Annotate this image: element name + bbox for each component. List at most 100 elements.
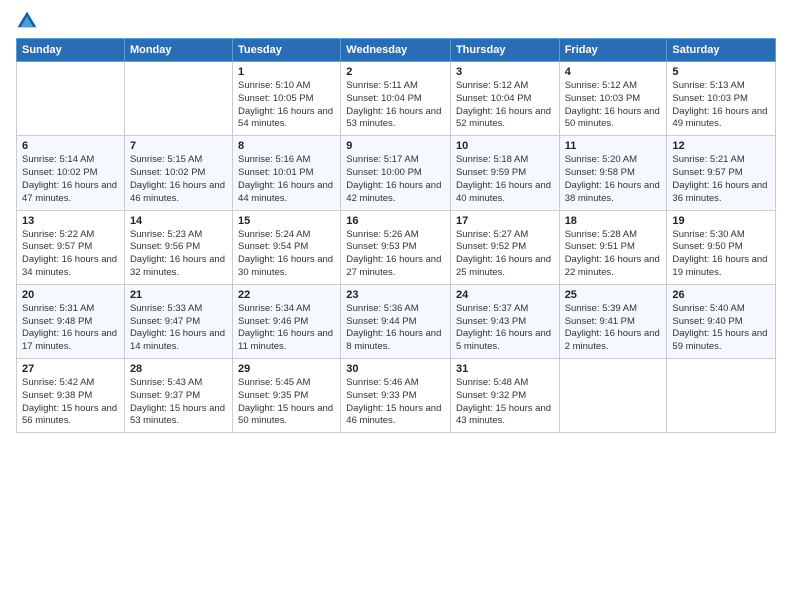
calendar-cell-5-2: 28 Sunrise: 5:43 AM Sunset: 9:37 PM Dayli… <box>124 359 232 433</box>
weekday-header-row: SundayMondayTuesdayWednesdayThursdayFrid… <box>17 39 776 62</box>
day-number: 9 <box>346 140 445 152</box>
day-number: 22 <box>238 289 335 301</box>
day-info: Sunrise: 5:12 AM Sunset: 10:03 PM Daylig… <box>565 80 662 131</box>
calendar-week-row-3: 13 Sunrise: 5:22 AM Sunset: 9:57 PM Dayli… <box>17 210 776 284</box>
calendar-week-row-1: 1 Sunrise: 5:10 AM Sunset: 10:05 PM Dayli… <box>17 62 776 136</box>
calendar-cell-2-4: 9 Sunrise: 5:17 AM Sunset: 10:00 PM Dayli… <box>341 136 451 210</box>
calendar-cell-4-6: 25 Sunrise: 5:39 AM Sunset: 9:41 PM Dayli… <box>559 284 667 358</box>
day-info: Sunrise: 5:22 AM Sunset: 9:57 PM Dayligh… <box>22 229 119 280</box>
day-info: Sunrise: 5:33 AM Sunset: 9:47 PM Dayligh… <box>130 303 227 354</box>
calendar-cell-5-1: 27 Sunrise: 5:42 AM Sunset: 9:38 PM Dayli… <box>17 359 125 433</box>
day-info: Sunrise: 5:36 AM Sunset: 9:44 PM Dayligh… <box>346 303 445 354</box>
calendar-cell-1-6: 4 Sunrise: 5:12 AM Sunset: 10:03 PM Dayli… <box>559 62 667 136</box>
day-info: Sunrise: 5:12 AM Sunset: 10:04 PM Daylig… <box>456 80 554 131</box>
calendar-week-row-5: 27 Sunrise: 5:42 AM Sunset: 9:38 PM Dayli… <box>17 359 776 433</box>
logo-icon <box>16 10 38 32</box>
calendar-cell-2-6: 11Sunrise: 5:20 AM Sunset: 9:58 PM Dayli… <box>559 136 667 210</box>
calendar-cell-3-3: 15Sunrise: 5:24 AM Sunset: 9:54 PM Dayli… <box>233 210 341 284</box>
day-info: Sunrise: 5:46 AM Sunset: 9:33 PM Dayligh… <box>346 377 445 428</box>
day-info: Sunrise: 5:30 AM Sunset: 9:50 PM Dayligh… <box>672 229 770 280</box>
weekday-header-saturday: Saturday <box>667 39 776 62</box>
page-header <box>16 10 776 32</box>
day-info: Sunrise: 5:21 AM Sunset: 9:57 PM Dayligh… <box>672 154 770 205</box>
calendar-table: SundayMondayTuesdayWednesdayThursdayFrid… <box>16 38 776 433</box>
calendar-cell-1-4: 2 Sunrise: 5:11 AM Sunset: 10:04 PM Dayli… <box>341 62 451 136</box>
day-number: 6 <box>22 140 119 152</box>
logo <box>16 10 40 32</box>
day-number: 2 <box>346 66 445 78</box>
day-info: Sunrise: 5:39 AM Sunset: 9:41 PM Dayligh… <box>565 303 662 354</box>
day-number: 29 <box>238 363 335 375</box>
day-number: 1 <box>238 66 335 78</box>
day-info: Sunrise: 5:14 AM Sunset: 10:02 PM Daylig… <box>22 154 119 205</box>
day-number: 13 <box>22 215 119 227</box>
calendar-week-row-4: 20 Sunrise: 5:31 AM Sunset: 9:48 PM Dayli… <box>17 284 776 358</box>
day-info: Sunrise: 5:42 AM Sunset: 9:38 PM Dayligh… <box>22 377 119 428</box>
day-number: 4 <box>565 66 662 78</box>
day-number: 20 <box>22 289 119 301</box>
day-number: 25 <box>565 289 662 301</box>
weekday-header-sunday: Sunday <box>17 39 125 62</box>
calendar-cell-5-7 <box>667 359 776 433</box>
calendar-cell-1-2 <box>124 62 232 136</box>
day-number: 19 <box>672 215 770 227</box>
day-number: 24 <box>456 289 554 301</box>
weekday-header-wednesday: Wednesday <box>341 39 451 62</box>
day-number: 16 <box>346 215 445 227</box>
day-info: Sunrise: 5:27 AM Sunset: 9:52 PM Dayligh… <box>456 229 554 280</box>
day-info: Sunrise: 5:45 AM Sunset: 9:35 PM Dayligh… <box>238 377 335 428</box>
calendar-cell-5-6 <box>559 359 667 433</box>
day-info: Sunrise: 5:16 AM Sunset: 10:01 PM Daylig… <box>238 154 335 205</box>
weekday-header-tuesday: Tuesday <box>233 39 341 62</box>
day-info: Sunrise: 5:13 AM Sunset: 10:03 PM Daylig… <box>672 80 770 131</box>
calendar-cell-3-6: 18 Sunrise: 5:28 AM Sunset: 9:51 PM Dayli… <box>559 210 667 284</box>
weekday-header-monday: Monday <box>124 39 232 62</box>
calendar-cell-4-3: 22 Sunrise: 5:34 AM Sunset: 9:46 PM Dayli… <box>233 284 341 358</box>
calendar-cell-3-2: 14Sunrise: 5:23 AM Sunset: 9:56 PM Dayli… <box>124 210 232 284</box>
calendar-cell-1-5: 3Sunrise: 5:12 AM Sunset: 10:04 PM Dayli… <box>450 62 559 136</box>
calendar-cell-5-5: 31Sunrise: 5:48 AM Sunset: 9:32 PM Dayli… <box>450 359 559 433</box>
day-info: Sunrise: 5:31 AM Sunset: 9:48 PM Dayligh… <box>22 303 119 354</box>
calendar-cell-3-7: 19 Sunrise: 5:30 AM Sunset: 9:50 PM Dayli… <box>667 210 776 284</box>
calendar-cell-4-1: 20 Sunrise: 5:31 AM Sunset: 9:48 PM Dayli… <box>17 284 125 358</box>
calendar-cell-3-5: 17 Sunrise: 5:27 AM Sunset: 9:52 PM Dayli… <box>450 210 559 284</box>
day-number: 14 <box>130 215 227 227</box>
day-info: Sunrise: 5:18 AM Sunset: 9:59 PM Dayligh… <box>456 154 554 205</box>
day-number: 31 <box>456 363 554 375</box>
calendar-cell-4-2: 21 Sunrise: 5:33 AM Sunset: 9:47 PM Dayli… <box>124 284 232 358</box>
day-number: 26 <box>672 289 770 301</box>
day-number: 10 <box>456 140 554 152</box>
day-number: 21 <box>130 289 227 301</box>
calendar-week-row-2: 6 Sunrise: 5:14 AM Sunset: 10:02 PM Dayli… <box>17 136 776 210</box>
day-number: 11 <box>565 140 662 152</box>
calendar-cell-3-1: 13 Sunrise: 5:22 AM Sunset: 9:57 PM Dayli… <box>17 210 125 284</box>
day-number: 12 <box>672 140 770 152</box>
day-info: Sunrise: 5:34 AM Sunset: 9:46 PM Dayligh… <box>238 303 335 354</box>
day-number: 8 <box>238 140 335 152</box>
day-number: 5 <box>672 66 770 78</box>
day-info: Sunrise: 5:28 AM Sunset: 9:51 PM Dayligh… <box>565 229 662 280</box>
weekday-header-thursday: Thursday <box>450 39 559 62</box>
calendar-cell-1-3: 1 Sunrise: 5:10 AM Sunset: 10:05 PM Dayli… <box>233 62 341 136</box>
day-number: 18 <box>565 215 662 227</box>
day-info: Sunrise: 5:17 AM Sunset: 10:00 PM Daylig… <box>346 154 445 205</box>
calendar-cell-2-7: 12 Sunrise: 5:21 AM Sunset: 9:57 PM Dayli… <box>667 136 776 210</box>
day-number: 15 <box>238 215 335 227</box>
calendar-cell-1-1 <box>17 62 125 136</box>
day-info: Sunrise: 5:11 AM Sunset: 10:04 PM Daylig… <box>346 80 445 131</box>
day-number: 23 <box>346 289 445 301</box>
calendar-cell-2-2: 7Sunrise: 5:15 AM Sunset: 10:02 PM Dayli… <box>124 136 232 210</box>
calendar-cell-2-5: 10 Sunrise: 5:18 AM Sunset: 9:59 PM Dayli… <box>450 136 559 210</box>
day-info: Sunrise: 5:43 AM Sunset: 9:37 PM Dayligh… <box>130 377 227 428</box>
calendar-cell-2-3: 8 Sunrise: 5:16 AM Sunset: 10:01 PM Dayli… <box>233 136 341 210</box>
day-number: 17 <box>456 215 554 227</box>
calendar-cell-2-1: 6 Sunrise: 5:14 AM Sunset: 10:02 PM Dayli… <box>17 136 125 210</box>
day-info: Sunrise: 5:40 AM Sunset: 9:40 PM Dayligh… <box>672 303 770 354</box>
calendar-cell-1-7: 5 Sunrise: 5:13 AM Sunset: 10:03 PM Dayli… <box>667 62 776 136</box>
weekday-header-friday: Friday <box>559 39 667 62</box>
calendar-cell-5-4: 30Sunrise: 5:46 AM Sunset: 9:33 PM Dayli… <box>341 359 451 433</box>
day-number: 7 <box>130 140 227 152</box>
day-number: 27 <box>22 363 119 375</box>
day-info: Sunrise: 5:10 AM Sunset: 10:05 PM Daylig… <box>238 80 335 131</box>
day-number: 28 <box>130 363 227 375</box>
